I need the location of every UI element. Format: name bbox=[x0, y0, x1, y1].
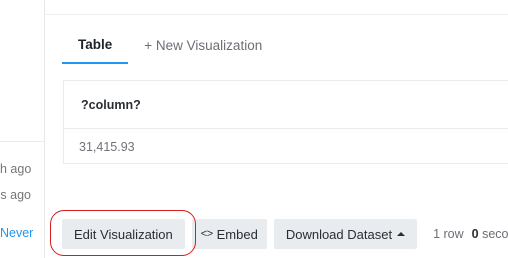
tab-table[interactable]: Table bbox=[62, 26, 129, 64]
sidebar-timestamp: h ago bbox=[0, 162, 32, 176]
sidebar-divider bbox=[0, 141, 45, 142]
download-dataset-label: Download Dataset bbox=[285, 226, 393, 242]
results-table: ?column? 31,415.93 bbox=[63, 80, 508, 164]
row-count: 1 row bbox=[433, 227, 464, 241]
embed-button[interactable]: <> Embed bbox=[191, 219, 267, 249]
sidebar-timestamp: s ago bbox=[0, 188, 31, 202]
edit-visualization-button[interactable]: Edit Visualization bbox=[62, 219, 185, 249]
results-toolbar: Edit Visualization <> Embed Download Dat… bbox=[62, 219, 508, 249]
tab-new-visualization[interactable]: + New Visualization bbox=[128, 26, 278, 64]
embed-label: Embed bbox=[216, 226, 258, 242]
sidebar-schedule-link[interactable]: Never bbox=[0, 226, 33, 240]
visualization-tabs: Table + New Visualization bbox=[62, 26, 278, 64]
table-cell: 31,415.93 bbox=[79, 139, 135, 154]
runtime: 0 seco bbox=[471, 227, 508, 241]
results-panel: Table + New Visualization ?column? 31,41… bbox=[46, 0, 508, 258]
edit-visualization-label: Edit Visualization bbox=[74, 226, 173, 242]
code-icon: <> bbox=[200, 228, 213, 240]
caret-up-icon bbox=[397, 231, 406, 236]
query-page: h ago s ago Never Table + New Visualizat… bbox=[0, 0, 508, 258]
query-status: 1 row 0 seco bbox=[433, 227, 508, 241]
download-dataset-button[interactable]: Download Dataset bbox=[273, 219, 418, 249]
column-header[interactable]: ?column? bbox=[64, 81, 508, 129]
query-list-sidebar: h ago s ago Never bbox=[0, 0, 45, 258]
panel-divider bbox=[46, 14, 508, 15]
